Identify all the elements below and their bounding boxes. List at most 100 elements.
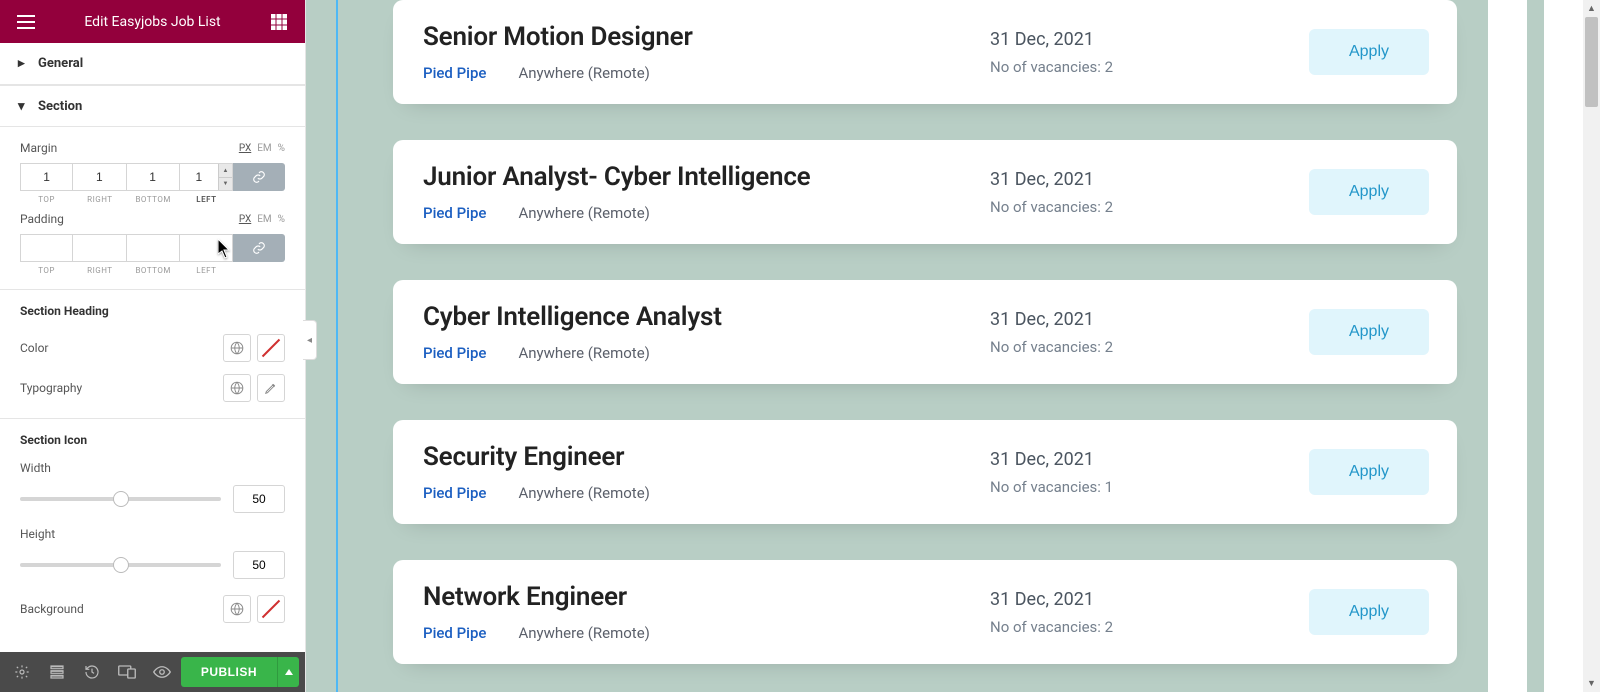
icon-width-input[interactable] (233, 485, 285, 513)
sidebar-scroll[interactable]: ▸ General ▾ Section Margin PX EM % (0, 43, 305, 652)
color-swatch-button[interactable] (257, 334, 285, 362)
margin-left-spinner[interactable]: ▲▼ (218, 164, 232, 190)
apply-button[interactable]: Apply (1309, 169, 1429, 215)
margin-bottom-sub: BOTTOM (135, 195, 170, 204)
job-company-link[interactable]: Pied Pipe (423, 204, 486, 222)
apply-button[interactable]: Apply (1309, 589, 1429, 635)
sidebar-collapse-handle[interactable]: ◂ (303, 320, 317, 360)
margin-link-button[interactable] (233, 163, 285, 191)
job-company-link[interactable]: Pied Pipe (423, 344, 486, 362)
icon-width-label: Width (20, 461, 285, 475)
padding-right-sub: RIGHT (87, 266, 112, 275)
publish-more-button[interactable] (277, 657, 299, 687)
caret-right-icon: ▸ (18, 56, 28, 71)
padding-bottom-input[interactable] (127, 234, 180, 262)
padding-right-input[interactable] (73, 234, 126, 262)
job-vacancies: No of vacancies: 2 (990, 58, 1309, 76)
section-section-toggle[interactable]: ▾ Section (0, 85, 305, 127)
job-company-link[interactable]: Pied Pipe (423, 624, 486, 642)
bg-swatch-button[interactable] (257, 595, 285, 623)
os-scrollbar[interactable]: ▲ ▼ (1583, 0, 1600, 692)
scroll-thumb[interactable] (1585, 17, 1598, 107)
job-company-link[interactable]: Pied Pipe (423, 484, 486, 502)
job-meta: 31 Dec, 2021 No of vacancies: 2 (990, 309, 1309, 356)
job-date: 31 Dec, 2021 (990, 309, 1309, 330)
global-bg-button[interactable] (223, 595, 251, 623)
job-title: Junior Analyst- Cyber Intelligence (423, 162, 990, 192)
apply-button[interactable]: Apply (1309, 309, 1429, 355)
margin-bottom-input[interactable] (127, 163, 180, 191)
job-card: Junior Analyst- Cyber Intelligence Pied P… (393, 140, 1457, 244)
icon-height-handle[interactable] (113, 557, 129, 573)
unit-px[interactable]: PX (239, 143, 251, 154)
job-sub: Pied Pipe Anywhere (Remote) (423, 344, 990, 362)
job-location: Anywhere (Remote) (518, 624, 649, 642)
sidebar-footer: PUBLISH (0, 652, 305, 692)
navigator-button[interactable] (41, 652, 74, 692)
job-vacancies: No of vacancies: 2 (990, 618, 1309, 636)
heading-color-label: Color (20, 341, 48, 355)
job-title: Network Engineer (423, 582, 990, 612)
apply-button[interactable]: Apply (1309, 29, 1429, 75)
margin-top-input[interactable] (20, 163, 73, 191)
scroll-up-button[interactable]: ▲ (1583, 0, 1600, 17)
section-general-toggle[interactable]: ▸ General (0, 43, 305, 85)
publish-button[interactable]: PUBLISH (181, 657, 277, 687)
global-color-button[interactable] (223, 334, 251, 362)
job-main: Security EngineerPied PipeAnywhere (Remo… (423, 442, 990, 502)
job-sub: Pied PipeAnywhere (Remote) (423, 64, 990, 82)
job-action: Apply (1309, 589, 1429, 635)
job-main: Junior Analyst- Cyber Intelligence Pied P… (423, 162, 990, 222)
margin-control: Margin PX EM % TOP RIGHT (0, 127, 305, 204)
sidebar-title: Edit Easyjobs Job List (84, 14, 220, 30)
job-main: Network Engineer Pied Pipe Anywhere (Remot… (423, 582, 990, 642)
job-location: Anywhere (Remote) (518, 344, 649, 362)
padding-control: Padding PX EM % TOP RIGHT (0, 204, 305, 275)
padding-label: Padding (20, 212, 64, 226)
unit-em[interactable]: EM (257, 214, 271, 225)
preview-button[interactable] (146, 652, 179, 692)
job-card: Network Engineer Pied Pipe Anywhere (Remot… (393, 560, 1457, 664)
icon-height-slider[interactable] (20, 563, 221, 567)
icon-height-control: Height (0, 523, 305, 589)
icon-width-handle[interactable] (113, 491, 129, 507)
scroll-down-button[interactable]: ▼ (1583, 675, 1600, 692)
job-date: 31 Dec, 2021 (990, 29, 1309, 50)
padding-link-button[interactable] (233, 234, 285, 262)
responsive-button[interactable] (111, 652, 144, 692)
job-sub: Pied PipeAnywhere (Remote) (423, 484, 990, 502)
job-action: Apply (1309, 169, 1429, 215)
job-card: Cyber Intelligence AnalystPied PipeAnywh… (393, 280, 1457, 384)
unit-pct[interactable]: % (278, 214, 285, 225)
apply-button[interactable]: Apply (1309, 449, 1429, 495)
heading-typo-row: Typography (0, 368, 305, 408)
apps-button[interactable] (259, 0, 299, 43)
job-list: Senior Motion DesignerPied PipeAnywhere … (393, 0, 1457, 692)
history-button[interactable] (76, 652, 109, 692)
icon-width-slider[interactable] (20, 497, 221, 501)
global-typo-button[interactable] (223, 374, 251, 402)
padding-left-sub: LEFT (196, 266, 216, 275)
typography-edit-button[interactable] (257, 374, 285, 402)
unit-pct[interactable]: % (278, 143, 285, 154)
heading-typo-label: Typography (20, 381, 82, 395)
job-main: Senior Motion DesignerPied PipeAnywhere … (423, 22, 990, 82)
job-company-link[interactable]: Pied Pipe (423, 64, 486, 82)
browser-edge (1488, 0, 1527, 692)
job-sub: Pied PipeAnywhere (Remote) (423, 204, 990, 222)
menu-button[interactable] (6, 0, 46, 43)
padding-top-input[interactable] (20, 234, 73, 262)
job-main: Cyber Intelligence AnalystPied PipeAnywh… (423, 302, 990, 362)
unit-em[interactable]: EM (257, 143, 271, 154)
settings-button[interactable] (6, 652, 39, 692)
unit-px[interactable]: PX (239, 214, 251, 225)
padding-left-input[interactable] (180, 234, 233, 262)
job-vacancies: No of vacancies: 1 (990, 478, 1309, 496)
job-meta: 31 Dec, 2021No of vacancies: 2 (990, 589, 1309, 636)
margin-left-sub: LEFT (196, 195, 216, 204)
icon-height-input[interactable] (233, 551, 285, 579)
scroll-track[interactable] (1583, 17, 1600, 675)
job-sub: Pied Pipe Anywhere (Remote) (423, 624, 990, 642)
margin-right-input[interactable] (73, 163, 126, 191)
job-vacancies: No of vacancies: 2 (990, 338, 1309, 356)
